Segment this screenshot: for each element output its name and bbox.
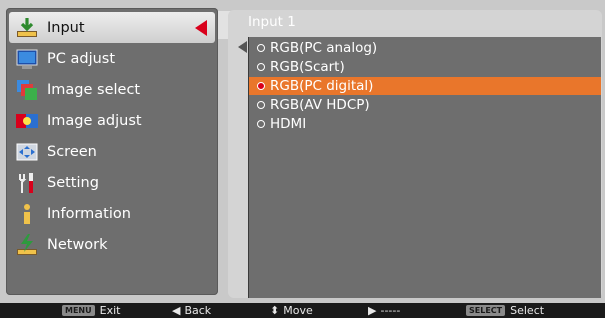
option-label: RGB(Scart)	[270, 59, 345, 75]
help-exit: MENU Exit	[62, 304, 120, 317]
menu-item-input[interactable]: Input	[9, 12, 215, 43]
option-label: RGB(PC analog)	[270, 40, 378, 56]
menu-item-label: Input	[47, 19, 85, 36]
help-next-label: -----	[380, 304, 401, 317]
radio-icon	[257, 44, 265, 52]
help-bar: MENU Exit ◀ Back ⬍ Move ▶ ----- SELECT S…	[0, 303, 605, 318]
help-select-label: Select	[510, 304, 545, 317]
option-label: RGB(AV HDCP)	[270, 97, 370, 113]
menu-key-icon: MENU	[62, 305, 95, 316]
pc-adjust-icon	[15, 47, 39, 71]
option-rgb-av-hdcp[interactable]: RGB(AV HDCP)	[249, 96, 601, 114]
menu-item-label: Image select	[47, 81, 141, 98]
radio-icon	[257, 63, 265, 71]
radio-icon	[257, 101, 265, 109]
help-back-label: Back	[184, 304, 212, 317]
option-rgb-pc-digital[interactable]: RGB(PC digital)	[249, 77, 601, 95]
menu-item-screen[interactable]: Screen	[9, 136, 215, 167]
menu-item-label: Information	[47, 205, 131, 222]
menu-item-label: Setting	[47, 174, 99, 191]
submenu-option-list: RGB(PC analog) RGB(Scart) RGB(PC digital…	[248, 37, 601, 298]
menu-item-network[interactable]: Network	[9, 229, 215, 260]
projector-osd: Input PC adjust Image select Image adjus…	[0, 0, 605, 318]
screen-icon	[15, 140, 39, 164]
input-icon	[15, 16, 39, 40]
option-label: HDMI	[270, 116, 307, 132]
selection-arrow-icon	[195, 20, 207, 36]
option-hdmi[interactable]: HDMI	[249, 115, 601, 133]
help-exit-label: Exit	[99, 304, 121, 317]
menu-item-image-adjust[interactable]: Image adjust	[9, 105, 215, 136]
menu-item-label: Image adjust	[47, 112, 142, 129]
menu-item-label: PC adjust	[47, 50, 116, 67]
image-select-icon	[15, 78, 39, 102]
menu-item-label: Network	[47, 236, 108, 253]
main-menu-panel: Input PC adjust Image select Image adjus…	[6, 8, 218, 295]
help-move-label: Move	[283, 304, 313, 317]
menu-item-information[interactable]: Information	[9, 198, 215, 229]
setting-icon	[15, 171, 39, 195]
move-arrows-icon: ⬍	[270, 304, 280, 317]
information-icon	[15, 202, 39, 226]
image-adjust-icon	[15, 109, 39, 133]
help-select: SELECT Select	[466, 304, 544, 317]
help-next: ▶ -----	[368, 304, 400, 317]
submenu-pointer-icon	[238, 41, 247, 53]
radio-selected-icon	[257, 82, 265, 90]
menu-item-label: Screen	[47, 143, 97, 160]
option-rgb-pc-analog[interactable]: RGB(PC analog)	[249, 39, 601, 57]
option-label: RGB(PC digital)	[270, 78, 374, 94]
network-icon	[15, 233, 39, 257]
next-arrow-icon: ▶	[368, 304, 377, 317]
radio-icon	[257, 120, 265, 128]
select-key-icon: SELECT	[466, 305, 506, 316]
submenu-title: Input 1	[248, 14, 296, 30]
menu-item-image-select[interactable]: Image select	[9, 74, 215, 105]
back-arrow-icon: ◀	[172, 304, 181, 317]
menu-item-pc-adjust[interactable]: PC adjust	[9, 43, 215, 74]
option-rgb-scart[interactable]: RGB(Scart)	[249, 58, 601, 76]
help-move: ⬍ Move	[270, 304, 313, 317]
help-back: ◀ Back	[172, 304, 211, 317]
menu-item-setting[interactable]: Setting	[9, 167, 215, 198]
